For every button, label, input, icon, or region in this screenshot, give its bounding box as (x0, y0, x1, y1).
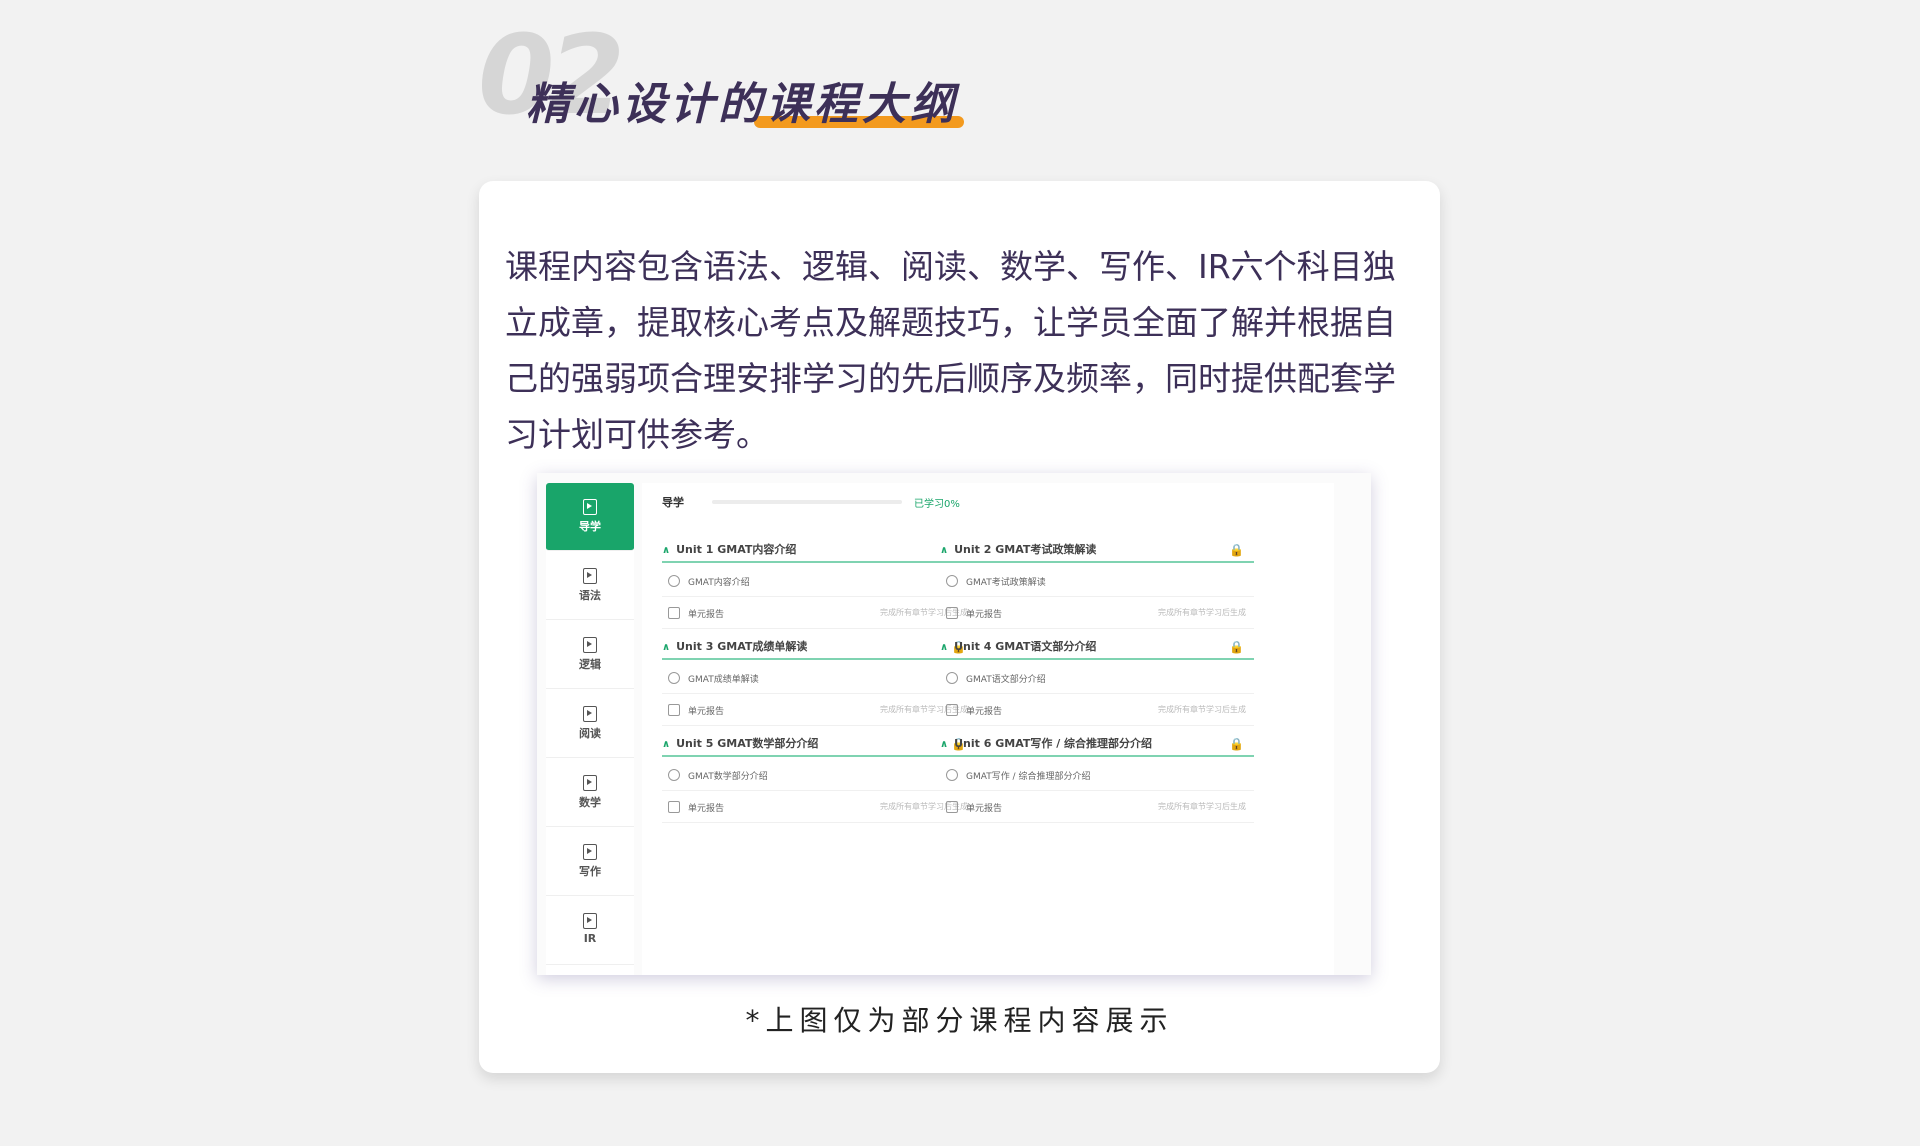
sidebar-item-reading[interactable]: 阅读 (546, 690, 634, 758)
chevron-up-icon: ∧ (662, 739, 671, 750)
sidebar-item-writing[interactable]: 写作 (546, 828, 634, 896)
sidebar-item-ir[interactable]: IR (546, 897, 634, 965)
image-caption: *上图仅为部分课程内容展示 (745, 1004, 1174, 1037)
lesson-row[interactable]: GMAT考试政策解读 (940, 565, 1254, 597)
report-note: 完成所有章节学习后生成 (1158, 608, 1246, 617)
lesson-row[interactable]: GMAT数学部分介绍 (662, 759, 976, 791)
lock-icon (668, 672, 680, 684)
lesson-title: GMAT语文部分介绍 (966, 675, 1046, 685)
lock-icon: 🔒 (1229, 640, 1244, 654)
course-description: 课程内容包含语法、逻辑、阅读、数学、写作、IR六个科目独立成章，提取核心考点及解… (505, 247, 1396, 454)
unit-header[interactable]: ∧ Unit 6 GMAT写作 / 综合推理部分介绍 🔒 (940, 735, 1254, 757)
unit-title: Unit 4 GMAT语文部分介绍 (954, 640, 1097, 653)
progress-label: 已学习0% (914, 499, 960, 510)
report-title: 单元报告 (966, 610, 1003, 620)
report-title: 单元报告 (688, 804, 725, 814)
unit-header[interactable]: ∧ Unit 3 GMAT成绩单解读 🔒 (662, 638, 976, 660)
report-note: 完成所有章节学习后生成 (1158, 802, 1246, 811)
sidebar-item-math[interactable]: 数学 (546, 759, 634, 827)
lesson-title: GMAT内容介绍 (688, 578, 750, 588)
unit-card: ∧ Unit 3 GMAT成绩单解读 🔒 GMAT成绩单解读 单元报告 完成所有章节学习后… (662, 638, 976, 742)
lock-icon (946, 672, 958, 684)
unit-header[interactable]: ∧ Unit 1 GMAT内容介绍 (662, 541, 976, 563)
lock-icon (946, 575, 958, 587)
report-note: 完成所有章节学习后生成 (1158, 705, 1246, 714)
report-row[interactable]: 单元报告 完成所有章节学习后生成 (940, 791, 1254, 823)
section-title: 精心设计的课程大纲 (526, 79, 958, 130)
play-icon (583, 844, 597, 860)
unit-title: Unit 3 GMAT成绩单解读 (676, 640, 808, 653)
lesson-row[interactable]: GMAT成绩单解读 (662, 662, 976, 694)
unit-card: ∧ Unit 6 GMAT写作 / 综合推理部分介绍 🔒 GMAT写作 / 综合推理部… (940, 735, 1254, 839)
subject-sidebar: 导学 语法 逻辑 阅读 数学 写作 IR (546, 483, 634, 975)
sidebar-item-grammar[interactable]: 语法 (546, 552, 634, 620)
lesson-title: GMAT写作 / 综合推理部分介绍 (966, 772, 1091, 782)
course-screenshot: 导学 语法 逻辑 阅读 数学 写作 IR 导学 已学习0% ∧ Unit 1 G… (537, 473, 1371, 975)
unit-title: Unit 1 GMAT内容介绍 (676, 543, 797, 556)
chevron-up-icon: ∧ (940, 739, 949, 750)
report-title: 单元报告 (966, 707, 1003, 717)
report-icon (668, 801, 680, 813)
play-icon (583, 706, 597, 722)
report-title: 单元报告 (966, 804, 1003, 814)
lock-icon: 🔒 (1229, 543, 1244, 557)
report-title: 单元报告 (688, 610, 725, 620)
lesson-title: GMAT考试政策解读 (966, 578, 1046, 588)
report-row[interactable]: 单元报告 完成所有章节学习后生成 (662, 597, 976, 629)
play-icon (583, 913, 597, 929)
chevron-up-icon: ∧ (662, 545, 671, 556)
unit-title: Unit 2 GMAT考试政策解读 (954, 543, 1097, 556)
course-outline-card: 课程内容包含语法、逻辑、阅读、数学、写作、IR六个科目独立成章，提取核心考点及解… (479, 181, 1440, 1073)
panel-title: 导学 (662, 496, 684, 509)
chevron-up-icon: ∧ (940, 545, 949, 556)
lesson-row[interactable]: GMAT语文部分介绍 (940, 662, 1254, 694)
play-icon (583, 637, 597, 653)
chevron-up-icon: ∧ (662, 642, 671, 653)
chevron-up-icon: ∧ (940, 642, 949, 653)
play-icon (583, 499, 597, 515)
section-header: 02 精心设计的课程大纲 (478, 20, 998, 140)
sidebar-item-logic[interactable]: 逻辑 (546, 621, 634, 689)
report-icon (946, 801, 958, 813)
report-icon (946, 704, 958, 716)
course-main-panel: 导学 已学习0% ∧ Unit 1 GMAT内容介绍 GMAT内容介绍 单元报告 完成所… (642, 483, 1334, 975)
unit-title: Unit 5 GMAT数学部分介绍 (676, 737, 819, 750)
report-icon (946, 607, 958, 619)
play-icon (668, 575, 680, 587)
unit-card: ∧ Unit 2 GMAT考试政策解读 🔒 GMAT考试政策解读 单元报告 完成所有章节学… (940, 541, 1254, 645)
unit-header[interactable]: ∧ Unit 4 GMAT语文部分介绍 🔒 (940, 638, 1254, 660)
report-row[interactable]: 单元报告 完成所有章节学习后生成 (662, 791, 976, 823)
lock-icon (668, 769, 680, 781)
unit-header[interactable]: ∧ Unit 2 GMAT考试政策解读 🔒 (940, 541, 1254, 563)
sidebar-item-guide[interactable]: 导学 (546, 483, 634, 551)
lock-icon (946, 769, 958, 781)
lesson-row[interactable]: GMAT写作 / 综合推理部分介绍 (940, 759, 1254, 791)
report-title: 单元报告 (688, 707, 725, 717)
lesson-row[interactable]: GMAT内容介绍 (662, 565, 976, 597)
lesson-title: GMAT数学部分介绍 (688, 772, 768, 782)
unit-card: ∧ Unit 4 GMAT语文部分介绍 🔒 GMAT语文部分介绍 单元报告 完成所有章节学… (940, 638, 1254, 742)
play-icon (583, 568, 597, 584)
report-row[interactable]: 单元报告 完成所有章节学习后生成 (940, 694, 1254, 726)
progress-bar (712, 500, 902, 504)
report-icon (668, 607, 680, 619)
play-icon (583, 775, 597, 791)
unit-card: ∧ Unit 5 GMAT数学部分介绍 🔒 GMAT数学部分介绍 单元报告 完成所有章节学… (662, 735, 976, 839)
lock-icon: 🔒 (1229, 737, 1244, 751)
lesson-title: GMAT成绩单解读 (688, 675, 759, 685)
unit-header[interactable]: ∧ Unit 5 GMAT数学部分介绍 🔒 (662, 735, 976, 757)
report-icon (668, 704, 680, 716)
report-row[interactable]: 单元报告 完成所有章节学习后生成 (940, 597, 1254, 629)
report-row[interactable]: 单元报告 完成所有章节学习后生成 (662, 694, 976, 726)
unit-title: Unit 6 GMAT写作 / 综合推理部分介绍 (954, 737, 1153, 750)
unit-card: ∧ Unit 1 GMAT内容介绍 GMAT内容介绍单元报告 完成所有章节学习后生成 (662, 541, 976, 645)
